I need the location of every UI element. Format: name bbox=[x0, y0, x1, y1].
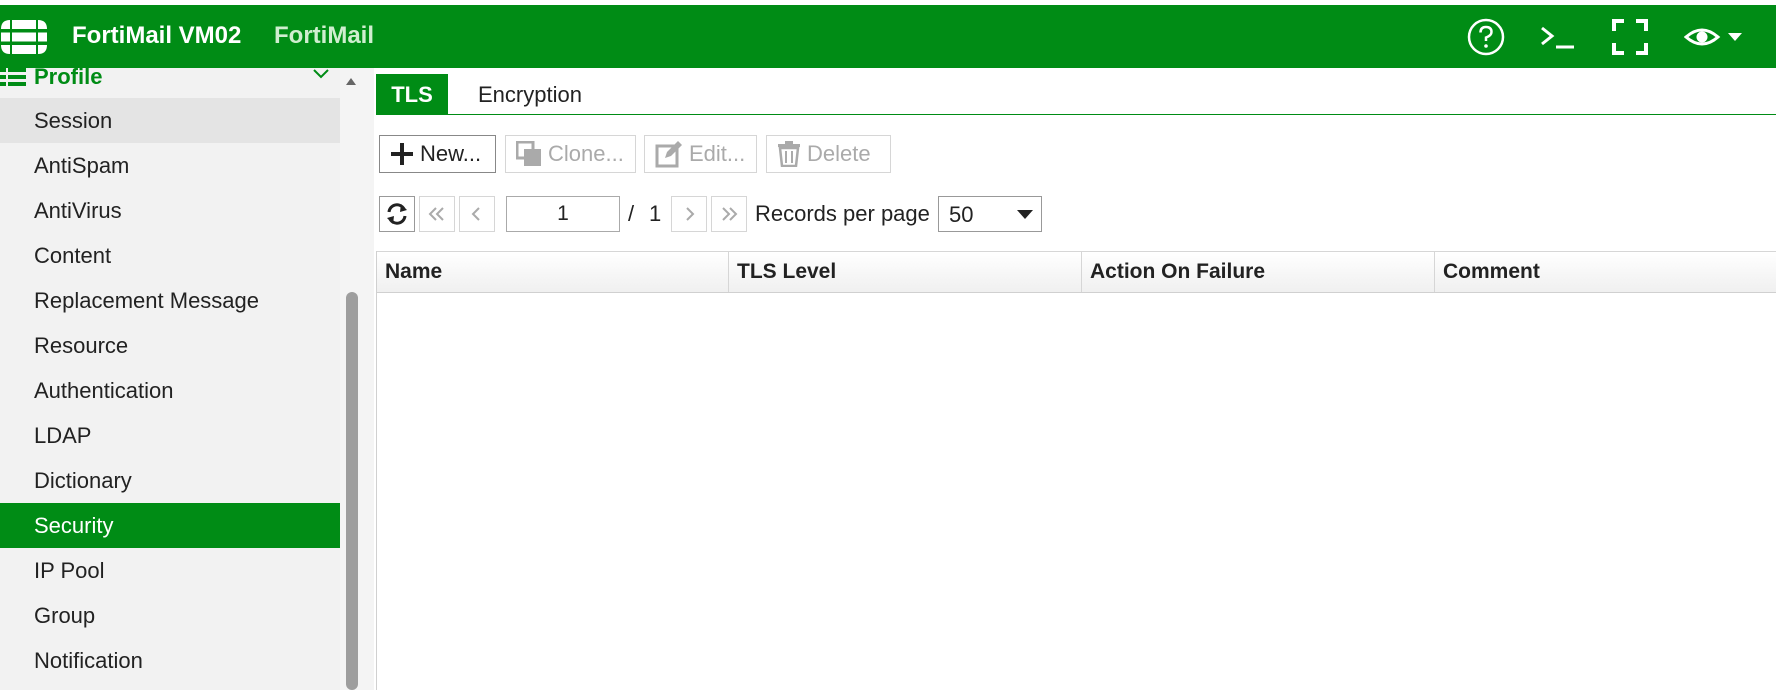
plus-icon bbox=[390, 142, 414, 166]
help-icon[interactable] bbox=[1466, 18, 1506, 56]
column-header-name[interactable]: Name bbox=[377, 252, 729, 292]
refresh-icon bbox=[387, 203, 407, 225]
sidebar-item-label: Notification bbox=[34, 648, 143, 673]
view-menu-icon[interactable] bbox=[1683, 19, 1745, 55]
caret-down-icon bbox=[1017, 210, 1033, 219]
fullscreen-icon[interactable] bbox=[1610, 19, 1650, 55]
sidebar-item-security[interactable]: Security bbox=[0, 503, 340, 548]
next-page-button[interactable] bbox=[671, 196, 707, 232]
table-header: Name TLS Level Action On Failure Comment bbox=[377, 251, 1776, 293]
fortinet-logo-icon[interactable] bbox=[0, 19, 48, 55]
tls-profile-table: Name TLS Level Action On Failure Comment bbox=[376, 251, 1776, 690]
sidebar-item-label: Authentication bbox=[34, 378, 174, 403]
sidebar-item-label: IP Pool bbox=[34, 558, 105, 583]
scroll-up-arrow-icon[interactable] bbox=[344, 74, 358, 86]
sidebar-section-profile[interactable]: Profile bbox=[0, 68, 340, 91]
double-chevron-right-icon bbox=[722, 207, 738, 221]
new-button[interactable]: New... bbox=[379, 135, 496, 173]
sidebar-item-label: Security bbox=[34, 513, 114, 538]
page-separator: / bbox=[628, 201, 635, 226]
edit-button-label: Edit... bbox=[689, 141, 746, 166]
sidebar-section-label: Profile bbox=[34, 68, 103, 89]
sidebar-item-label: Dictionary bbox=[34, 468, 132, 493]
sidebar-item-resource[interactable]: Resource bbox=[0, 323, 340, 368]
sidebar-item-content[interactable]: Content bbox=[0, 233, 340, 278]
first-page-button[interactable] bbox=[419, 196, 455, 232]
edit-button[interactable]: Edit... bbox=[644, 135, 757, 173]
sidebar-item-label: AntiVirus bbox=[34, 198, 122, 223]
sidebar-item-ldap[interactable]: LDAP bbox=[0, 413, 340, 458]
delete-button-label: Delete bbox=[807, 141, 871, 166]
host-name: FortiMail VM02 bbox=[72, 22, 242, 49]
app-name: FortiMail bbox=[274, 22, 374, 49]
total-pages: 1 bbox=[649, 201, 662, 226]
pagination-bar: / 1 Records per page 50 bbox=[379, 196, 1042, 234]
main-content: TLS Encryption New... Clone... Edit... D… bbox=[374, 68, 1776, 690]
page-number-input[interactable] bbox=[506, 196, 620, 232]
chevron-down-icon[interactable] bbox=[312, 68, 330, 87]
sidebar-item-label: AntiSpam bbox=[34, 153, 130, 178]
clone-button[interactable]: Clone... bbox=[505, 135, 636, 173]
tabs-divider bbox=[376, 114, 1776, 115]
sidebar-item-ip-pool[interactable]: IP Pool bbox=[0, 548, 340, 593]
tab-encryption[interactable]: Encryption bbox=[478, 74, 582, 115]
column-header-comment[interactable]: Comment bbox=[1435, 252, 1776, 292]
sidebar-item-notification[interactable]: Notification bbox=[0, 638, 340, 683]
records-per-page-label: Records per page bbox=[755, 201, 930, 226]
sidebar-item-antispam[interactable]: AntiSpam bbox=[0, 143, 340, 188]
top-bar: FortiMail VM02 FortiMail bbox=[0, 5, 1776, 68]
new-button-label: New... bbox=[420, 141, 482, 166]
sidebar-item-group[interactable]: Group bbox=[0, 593, 340, 638]
delete-button[interactable]: Delete bbox=[766, 135, 891, 173]
sidebar-item-replacement-message[interactable]: Replacement Message bbox=[0, 278, 340, 323]
records-per-page-value: 50 bbox=[949, 202, 974, 227]
sidebar-item-label: Group bbox=[34, 603, 96, 628]
sidebar-item-label: Resource bbox=[34, 333, 129, 358]
double-chevron-left-icon bbox=[428, 207, 444, 221]
list-icon bbox=[0, 68, 26, 91]
column-header-tls-level[interactable]: TLS Level bbox=[729, 252, 1082, 292]
clone-icon bbox=[516, 141, 542, 167]
chevron-right-icon bbox=[686, 207, 695, 221]
sidebar-item-label: Session bbox=[34, 108, 113, 133]
clone-button-label: Clone... bbox=[548, 141, 624, 166]
column-header-action-on-failure[interactable]: Action On Failure bbox=[1082, 252, 1435, 292]
scrollbar-thumb[interactable] bbox=[346, 292, 358, 690]
sidebar-item-label: Content bbox=[34, 243, 112, 268]
refresh-button[interactable] bbox=[379, 196, 415, 232]
last-page-button[interactable] bbox=[711, 196, 747, 232]
sidebar-item-authentication[interactable]: Authentication bbox=[0, 368, 340, 413]
sidebar-item-label: LDAP bbox=[34, 423, 92, 448]
sidebar-item-dictionary[interactable]: Dictionary bbox=[0, 458, 340, 503]
sidebar-item-label: Replacement Message bbox=[34, 288, 260, 313]
sidebar-nav: Profile Session AntiSpam AntiVirus Conte… bbox=[0, 68, 340, 690]
chevron-left-icon bbox=[471, 207, 480, 221]
cli-console-icon[interactable] bbox=[1538, 19, 1578, 55]
edit-icon bbox=[655, 140, 683, 168]
sidebar-item-session[interactable]: Session bbox=[0, 98, 340, 143]
records-per-page-select[interactable]: 50 bbox=[938, 196, 1042, 232]
trash-icon bbox=[777, 141, 801, 167]
tab-tls[interactable]: TLS bbox=[376, 74, 448, 115]
sidebar-item-antivirus[interactable]: AntiVirus bbox=[0, 188, 340, 233]
prev-page-button[interactable] bbox=[459, 196, 495, 232]
